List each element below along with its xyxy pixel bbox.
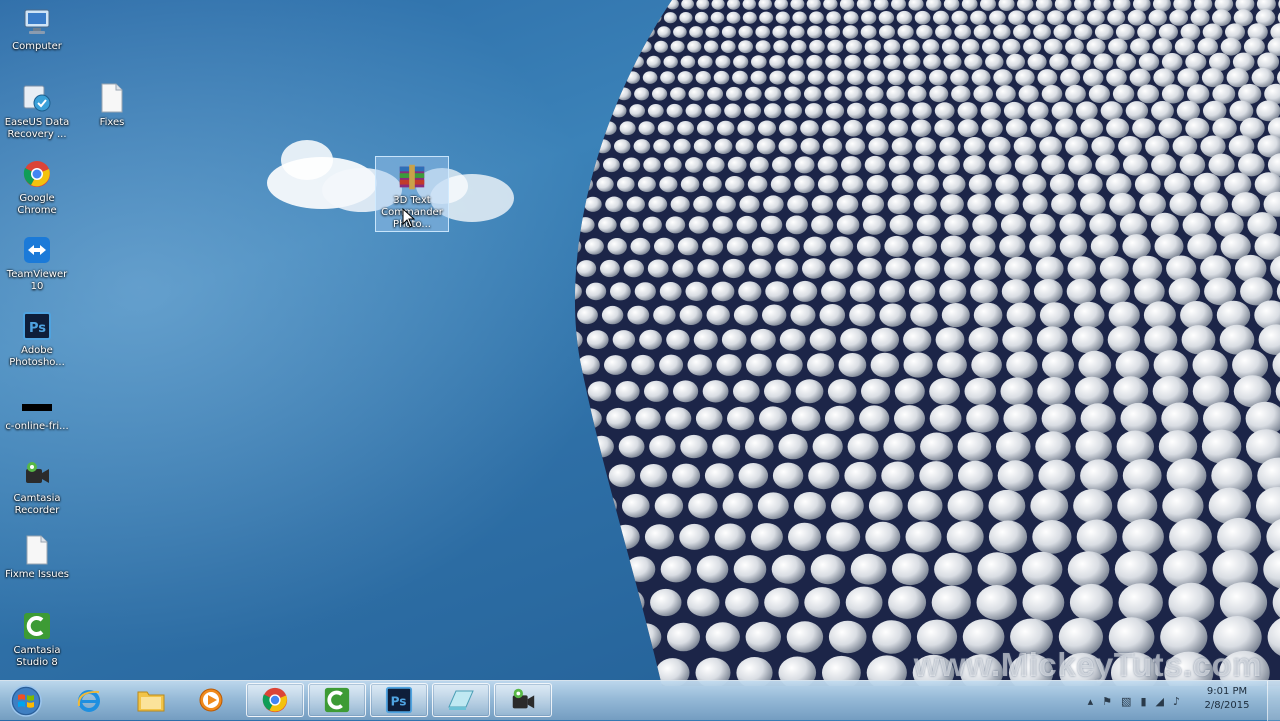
action-center-flag-icon[interactable]: ⚑ bbox=[1102, 695, 1112, 708]
desktop-icon-teamviewer[interactable]: TeamViewer 10 bbox=[0, 234, 74, 293]
taskbar-notepad[interactable] bbox=[432, 683, 490, 717]
photoshop-icon: Ps bbox=[385, 686, 413, 714]
desktop-icon-label: Camtasia Recorder bbox=[13, 493, 60, 517]
device-icon[interactable]: ▧ bbox=[1121, 695, 1131, 708]
start-button[interactable] bbox=[8, 684, 44, 718]
text-file-icon bbox=[21, 534, 53, 566]
photoshop-icon: Ps bbox=[21, 310, 53, 342]
clock-date: 2/8/2015 bbox=[1192, 699, 1262, 713]
network-icon[interactable]: ▮ bbox=[1140, 695, 1146, 708]
shortcut-bar-icon bbox=[21, 386, 53, 418]
system-tray: ▴ ⚑ ▧ ▮ ◢ ♪ bbox=[1088, 681, 1180, 721]
taskbar-internet-explorer[interactable] bbox=[62, 683, 116, 717]
desktop-icon-label: Adobe Photosho... bbox=[9, 345, 65, 369]
recorder-icon bbox=[509, 686, 537, 714]
easeus-icon bbox=[21, 82, 53, 114]
taskbar-windows-explorer[interactable] bbox=[124, 683, 178, 717]
desktop-icon-c-online[interactable]: c-online-fri... bbox=[0, 386, 74, 433]
svg-text:Ps: Ps bbox=[391, 695, 407, 709]
svg-text:Ps: Ps bbox=[29, 321, 46, 336]
folder-icon bbox=[136, 687, 166, 713]
taskbar: Ps ▴ ⚑ ▧ ▮ ◢ ♪ 9:01 PM 2/8/2015 bbox=[0, 680, 1280, 720]
desktop-icon-photoshop[interactable]: Ps Adobe Photosho... bbox=[0, 310, 74, 369]
desktop-icon-label: Computer bbox=[12, 41, 62, 53]
desktop-icon-label: Google Chrome bbox=[17, 193, 56, 217]
clock-time: 9:01 PM bbox=[1192, 685, 1262, 699]
recorder-icon bbox=[21, 458, 53, 490]
winrar-archive-icon bbox=[396, 161, 428, 192]
show-hidden-icons-chevron-icon[interactable]: ▴ bbox=[1088, 695, 1094, 708]
taskbar-media-player[interactable] bbox=[184, 683, 238, 717]
computer-icon bbox=[21, 6, 53, 38]
desktop-icon-label: EaseUS Data Recovery ... bbox=[5, 117, 70, 141]
taskbar-camtasia-studio[interactable] bbox=[308, 683, 366, 717]
desktop-icon-easeus[interactable]: EaseUS Data Recovery ... bbox=[0, 82, 74, 141]
desktop-icon-label: Camtasia Studio 8 bbox=[13, 645, 60, 669]
media-player-icon bbox=[197, 686, 225, 714]
text-file-icon bbox=[96, 82, 128, 114]
mouse-cursor bbox=[402, 208, 416, 228]
show-desktop-button[interactable] bbox=[1267, 681, 1280, 721]
taskbar-camtasia-recorder[interactable] bbox=[494, 683, 552, 717]
building-wallpaper bbox=[572, 0, 1280, 686]
watermark-text: www.MickeyTuts.com bbox=[914, 646, 1262, 684]
notepad-icon bbox=[446, 687, 476, 713]
desktop-icon-label: Fixes bbox=[100, 117, 125, 129]
desktop-icon-computer[interactable]: Computer bbox=[0, 6, 74, 53]
system-clock[interactable]: 9:01 PM 2/8/2015 bbox=[1192, 685, 1262, 713]
chrome-icon bbox=[21, 158, 53, 190]
chrome-icon bbox=[261, 686, 289, 714]
desktop-icon-camtasia-recorder[interactable]: Camtasia Recorder bbox=[0, 458, 74, 517]
desktop-icon-fixme-issues[interactable]: Fixme Issues bbox=[0, 534, 74, 581]
internet-explorer-icon bbox=[75, 686, 103, 714]
windows-logo-icon bbox=[9, 684, 43, 718]
desktop-icon-label: c-online-fri... bbox=[5, 421, 68, 433]
camtasia-icon bbox=[21, 610, 53, 642]
desktop-icon-fixes[interactable]: Fixes bbox=[75, 82, 149, 129]
volume-icon[interactable]: ♪ bbox=[1173, 695, 1180, 708]
desktop-icon-label: Fixme Issues bbox=[5, 569, 69, 581]
camtasia-icon bbox=[323, 686, 351, 714]
taskbar-photoshop[interactable]: Ps bbox=[370, 683, 428, 717]
teamviewer-icon bbox=[21, 234, 53, 266]
desktop-icon-camtasia-studio[interactable]: Camtasia Studio 8 bbox=[0, 610, 74, 669]
signal-icon[interactable]: ◢ bbox=[1156, 695, 1164, 708]
desktop-icon-label: TeamViewer 10 bbox=[7, 269, 67, 293]
taskbar-chrome[interactable] bbox=[246, 683, 304, 717]
desktop-icon-chrome[interactable]: Google Chrome bbox=[0, 158, 74, 217]
